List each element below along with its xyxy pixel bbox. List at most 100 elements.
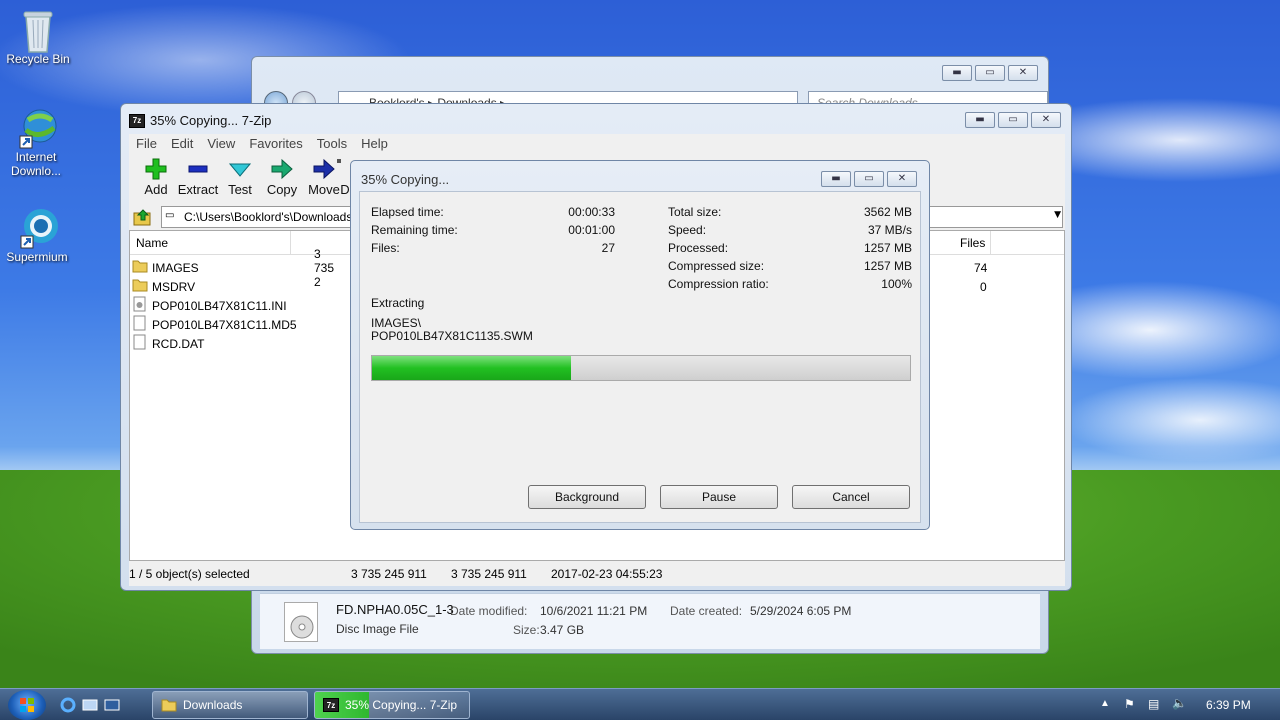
settings-file-icon (132, 296, 148, 315)
list-item[interactable]: POP010LB47X81C11.MD5 (132, 315, 297, 334)
menu-file[interactable]: File (129, 134, 164, 154)
start-button[interactable] (8, 690, 46, 720)
desktop-icon-internet-download[interactable]: Internet Downlo... (0, 106, 72, 178)
system-tray: ▲ ⚑ ▤ 🔈 6:39 PM (1100, 689, 1280, 720)
column-files[interactable]: Files (960, 236, 985, 250)
close-button[interactable]: ✕ (1031, 112, 1061, 128)
detail-date-created-label: Date created: (670, 604, 743, 618)
menu-help[interactable]: Help (354, 134, 395, 154)
current-path-line1: IMAGES\ (371, 316, 422, 330)
explorer-window-controls: ▬ ▭ ✕ (942, 65, 1038, 81)
processed-label: Processed: (668, 241, 729, 255)
taskbar-item-downloads[interactable]: Downloads (152, 691, 308, 719)
item-files: 74 (974, 260, 988, 275)
compression-ratio-label: Compression ratio: (668, 277, 769, 291)
menu-favorites[interactable]: Favorites (242, 134, 309, 154)
sevenzip-logo-icon: 7z (323, 698, 339, 712)
close-button[interactable]: ✕ (887, 171, 917, 187)
menu-tools[interactable]: Tools (310, 134, 354, 154)
speed-value: 37 MB/s (867, 223, 912, 237)
menu-view[interactable]: View (200, 134, 242, 154)
progress-bar-fill (372, 356, 572, 380)
sevenzip-logo-icon: 7z (129, 113, 145, 128)
cancel-button[interactable]: Cancel (792, 485, 910, 509)
extract-button[interactable]: Extract (175, 158, 221, 197)
files-value: 27 (601, 241, 615, 255)
taskbar-item-7zip[interactable]: 7z 35% Copying... 7-Zip (314, 691, 470, 719)
processed-value: 1257 MB (863, 241, 912, 255)
detail-file-name: FD.NPHA0.05C_1-3 (336, 602, 454, 617)
chevron-down-icon[interactable]: ▼ (1054, 210, 1061, 220)
detail-date-created: 5/29/2024 6:05 PM (750, 604, 852, 618)
network-icon[interactable]: ▤ (1148, 697, 1159, 711)
clock[interactable]: 6:39 PM (1206, 698, 1251, 712)
list-item[interactable]: POP010LB47X81C11.INI (132, 296, 287, 315)
show-desktop-icon[interactable] (82, 697, 98, 716)
compression-ratio-value: 100% (881, 277, 912, 291)
volume-muted-icon[interactable]: 🔈 (1172, 696, 1187, 710)
taskbar-item-label: Downloads (183, 698, 243, 712)
item-name: POP010LB47X81C11.INI (152, 298, 287, 313)
copy-arrow-icon (271, 158, 293, 180)
copy-label: Copy (266, 182, 298, 197)
status-packed: 3 735 245 911 (451, 567, 527, 581)
detail-file-type: Disc Image File (336, 622, 419, 636)
item-name: POP010LB47X81C11.MD5 (152, 317, 297, 332)
column-divider (990, 231, 991, 255)
desktop-icon-label: Supermium (6, 250, 68, 264)
switch-windows-icon[interactable] (104, 697, 120, 716)
close-button[interactable]: ✕ (1008, 65, 1038, 81)
compressed-size-label: Compressed size: (668, 259, 765, 273)
total-size-label: Total size: (668, 205, 722, 219)
progress-bar (371, 355, 911, 381)
minus-icon (188, 165, 208, 173)
action-center-flag-icon[interactable]: ⚑ (1124, 697, 1135, 711)
globe-arrow-icon (16, 106, 57, 149)
column-name[interactable]: Name (136, 236, 168, 250)
copy-button[interactable]: Copy (259, 158, 305, 197)
minimize-button[interactable]: ▬ (821, 171, 851, 187)
elapsed-value: 00:00:33 (568, 205, 615, 219)
windows-logo-icon (20, 698, 34, 712)
minimize-button[interactable]: ▬ (942, 65, 972, 81)
menu-edit[interactable]: Edit (164, 134, 200, 154)
maximize-button[interactable]: ▭ (854, 171, 884, 187)
taskbar-item-label: 35% Copying... 7-Zip (345, 698, 458, 712)
file-icon (132, 334, 148, 353)
file-icon (132, 315, 148, 334)
elapsed-label: Elapsed time: (371, 205, 444, 219)
add-button[interactable]: Add (133, 158, 179, 197)
check-icon (229, 163, 251, 177)
maximize-button[interactable]: ▭ (998, 112, 1028, 128)
minimize-button[interactable]: ▬ (965, 112, 995, 128)
speed-label: Speed: (668, 223, 707, 237)
files-label: Files: (371, 241, 400, 255)
detail-size: 3.47 GB (540, 623, 585, 637)
remaining-value: 00:01:00 (568, 223, 615, 237)
dialog-title: 35% Copying... (361, 172, 450, 187)
item-name: MSDRV (152, 279, 196, 294)
pause-button[interactable]: Pause (660, 485, 778, 509)
ie-icon[interactable] (60, 697, 76, 716)
list-item[interactable]: IMAGES 3 735 2 74 (132, 247, 987, 289)
add-label: Add (144, 182, 168, 197)
test-button[interactable]: Test (217, 158, 263, 197)
show-hidden-icons-icon[interactable]: ▲ (1100, 698, 1110, 709)
menu-bar: File Edit View Favorites Tools Help (129, 134, 1065, 154)
extract-label: Extract (177, 182, 219, 197)
item-files: 0 (980, 279, 987, 294)
action-label: Extracting (371, 296, 425, 310)
list-item[interactable]: RCD.DAT (132, 334, 204, 353)
list-item[interactable]: MSDRV 0 (132, 277, 987, 296)
folder-up-icon[interactable] (133, 207, 153, 227)
disc-image-file-icon (284, 602, 318, 642)
taskbar: Downloads 7z 35% Copying... 7-Zip ▲ ⚑ ▤ … (0, 688, 1280, 720)
sevenzip-window-controls: ▬ ▭ ✕ (965, 112, 1061, 128)
desktop-icon-recycle-bin[interactable]: Recycle Bin (2, 8, 74, 66)
maximize-button[interactable]: ▭ (975, 65, 1005, 81)
desktop-icon-supermium[interactable]: Supermium (1, 206, 73, 264)
background-button[interactable]: Background (528, 485, 646, 509)
copy-progress-dialog[interactable]: 35% Copying... ▬ ▭ ✕ Elapsed time: 00:00… (350, 160, 930, 530)
dialog-body: Elapsed time: 00:00:33 Remaining time: 0… (359, 191, 921, 523)
recycle-bin-icon (18, 8, 58, 53)
